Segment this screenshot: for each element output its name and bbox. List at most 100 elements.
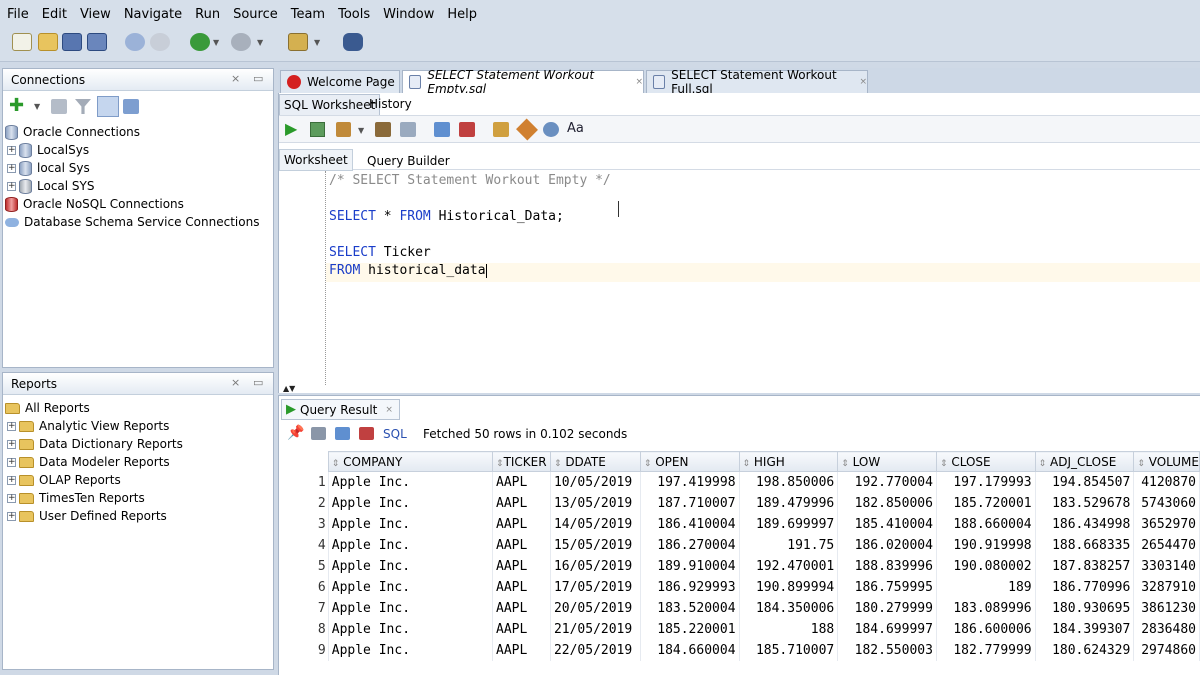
table-cell[interactable]: 180.624329 xyxy=(1035,639,1135,661)
table-cell[interactable]: Apple Inc. xyxy=(328,639,494,661)
table-cell[interactable]: 184.399307 xyxy=(1035,618,1135,640)
tab-query-builder[interactable]: Query Builder xyxy=(363,151,454,171)
tree-view-icon[interactable] xyxy=(123,99,139,114)
tree-item-user-defined-reports[interactable]: + User Defined Reports xyxy=(7,507,167,525)
commit-icon[interactable] xyxy=(336,122,351,137)
table-row[interactable]: 6 Apple Inc. AAPL 17/05/2019 186.929993 190.8… xyxy=(281,576,1200,598)
column-header-low[interactable]: ⇕ LOW xyxy=(837,451,937,472)
tree-item-data-dictionary-reports[interactable]: + Data Dictionary Reports xyxy=(7,435,183,453)
table-cell[interactable]: AAPL xyxy=(492,534,551,556)
refresh-icon[interactable] xyxy=(51,99,67,114)
close-icon[interactable]: × xyxy=(635,77,643,87)
table-cell[interactable]: AAPL xyxy=(492,555,551,577)
table-cell[interactable]: 186.600006 xyxy=(936,618,1036,640)
expand-icon[interactable]: + xyxy=(7,493,16,503)
column-header-ddate[interactable]: ⇕ DDATE xyxy=(549,451,641,472)
binoculars-icon[interactable] xyxy=(343,33,363,51)
forward-icon[interactable] xyxy=(231,33,251,51)
table-cell[interactable]: 182.550003 xyxy=(837,639,937,661)
close-icon[interactable]: × xyxy=(231,72,240,85)
expand-icon[interactable]: + xyxy=(7,181,16,191)
table-cell[interactable]: AAPL xyxy=(492,471,551,493)
sql-tuning-advisor-icon[interactable] xyxy=(493,122,509,137)
table-cell[interactable]: 186.020004 xyxy=(837,534,937,556)
table-row[interactable]: 9 Apple Inc. AAPL 22/05/2019 184.660004 185.7… xyxy=(281,639,1200,661)
tree-item-data-modeler-reports[interactable]: + Data Modeler Reports xyxy=(7,453,170,471)
tab-workout-empty[interactable]: SELECT Statement Workout Empty.sql × xyxy=(402,68,644,96)
table-cell[interactable]: AAPL xyxy=(492,492,551,514)
refresh-results-icon[interactable] xyxy=(335,427,350,440)
back-icon[interactable] xyxy=(190,33,210,51)
table-cell[interactable]: 187.710007 xyxy=(640,492,740,514)
table-cell[interactable]: 3303140 xyxy=(1133,555,1200,577)
table-cell[interactable]: 21/05/2019 xyxy=(550,618,641,640)
table-row[interactable]: 7 Apple Inc. AAPL 20/05/2019 183.520004 184.3… xyxy=(281,597,1200,619)
sql-tuning-dropdown-icon[interactable]: ▼ xyxy=(314,38,320,47)
table-cell[interactable]: 16/05/2019 xyxy=(550,555,641,577)
table-cell[interactable]: 180.279999 xyxy=(837,597,937,619)
menu-window[interactable]: Window xyxy=(380,7,437,22)
table-cell[interactable]: 184.350006 xyxy=(739,597,839,619)
column-header-volume[interactable]: ⇕ VOLUME xyxy=(1133,451,1200,472)
run-script-icon[interactable] xyxy=(310,122,325,137)
table-cell[interactable]: 186.929993 xyxy=(640,576,740,598)
table-cell[interactable]: 187.838257 xyxy=(1035,555,1135,577)
menu-tools[interactable]: Tools xyxy=(335,7,373,22)
new-file-icon[interactable] xyxy=(12,33,32,51)
table-row[interactable]: 4 Apple Inc. AAPL 15/05/2019 186.270004 191.7… xyxy=(281,534,1200,556)
commit-dropdown-icon[interactable]: ▼ xyxy=(358,126,364,135)
table-cell[interactable]: 188.668335 xyxy=(1035,534,1135,556)
table-cell[interactable]: 182.779999 xyxy=(936,639,1036,661)
table-cell[interactable]: AAPL xyxy=(492,597,551,619)
clear-icon[interactable] xyxy=(459,122,475,137)
table-cell[interactable]: 184.699997 xyxy=(837,618,937,640)
table-cell[interactable]: 192.470001 xyxy=(739,555,839,577)
expand-icon[interactable]: + xyxy=(7,475,16,485)
tab-worksheet[interactable]: Worksheet xyxy=(279,149,353,171)
tree-item-timesten-reports[interactable]: + TimesTen Reports xyxy=(7,489,145,507)
tab-welcome-page[interactable]: Welcome Page xyxy=(280,70,400,93)
table-cell[interactable]: 189.910004 xyxy=(640,555,740,577)
table-cell[interactable]: 17/05/2019 xyxy=(550,576,641,598)
table-cell[interactable]: 2974860 xyxy=(1133,639,1200,661)
column-header-high[interactable]: ⇕ HIGH xyxy=(738,451,839,472)
sql-code-editor[interactable]: /* SELECT Statement Workout Empty */ SEL… xyxy=(279,171,1200,385)
table-cell[interactable]: Apple Inc. xyxy=(328,471,494,493)
minimize-icon[interactable]: ▭ xyxy=(253,72,263,85)
menu-navigate[interactable]: Navigate xyxy=(121,7,185,22)
menu-file[interactable]: File xyxy=(4,7,32,22)
filter-icon[interactable] xyxy=(75,99,91,114)
tree-item-all-reports[interactable]: All Reports xyxy=(5,399,90,417)
table-cell[interactable]: Apple Inc. xyxy=(328,534,494,556)
table-cell[interactable]: 197.419998 xyxy=(640,471,740,493)
table-cell[interactable]: Apple Inc. xyxy=(328,555,494,577)
autotrace-icon[interactable] xyxy=(434,122,450,137)
table-cell[interactable]: 197.179993 xyxy=(936,471,1036,493)
table-cell[interactable]: 185.720001 xyxy=(936,492,1036,514)
table-cell[interactable]: 192.770004 xyxy=(837,471,937,493)
tree-item-nosql-connections[interactable]: Oracle NoSQL Connections xyxy=(5,195,184,213)
table-cell[interactable]: 186.270004 xyxy=(640,534,740,556)
tree-item-localsys[interactable]: + LocalSys xyxy=(7,141,89,159)
close-icon[interactable]: × xyxy=(859,77,867,87)
tab-query-result[interactable]: ▶ Query Result × xyxy=(281,399,400,420)
add-dropdown-icon[interactable]: ▼ xyxy=(34,102,40,111)
table-cell[interactable]: Apple Inc. xyxy=(328,597,494,619)
table-cell[interactable]: Apple Inc. xyxy=(328,492,494,514)
tab-history[interactable]: History xyxy=(365,94,416,114)
menu-source[interactable]: Source xyxy=(230,7,281,22)
table-cell[interactable]: 190.080002 xyxy=(936,555,1036,577)
table-cell[interactable]: 186.759995 xyxy=(837,576,937,598)
tree-item-local-sys[interactable]: + local Sys xyxy=(7,159,90,177)
table-cell[interactable]: 183.089996 xyxy=(936,597,1036,619)
table-cell[interactable]: 22/05/2019 xyxy=(550,639,641,661)
menu-run[interactable]: Run xyxy=(192,7,223,22)
table-cell[interactable]: 185.710007 xyxy=(739,639,839,661)
schema-browser-icon[interactable] xyxy=(97,96,119,117)
table-cell[interactable]: 185.220001 xyxy=(640,618,740,640)
table-cell[interactable]: 190.899994 xyxy=(739,576,839,598)
table-row[interactable]: 2 Apple Inc. AAPL 13/05/2019 187.710007 189.4… xyxy=(281,492,1200,514)
column-header-company[interactable]: ⇕ COMPANY xyxy=(327,451,494,472)
table-cell[interactable]: 184.660004 xyxy=(640,639,740,661)
run-statement-icon[interactable]: ▶ xyxy=(285,119,297,138)
